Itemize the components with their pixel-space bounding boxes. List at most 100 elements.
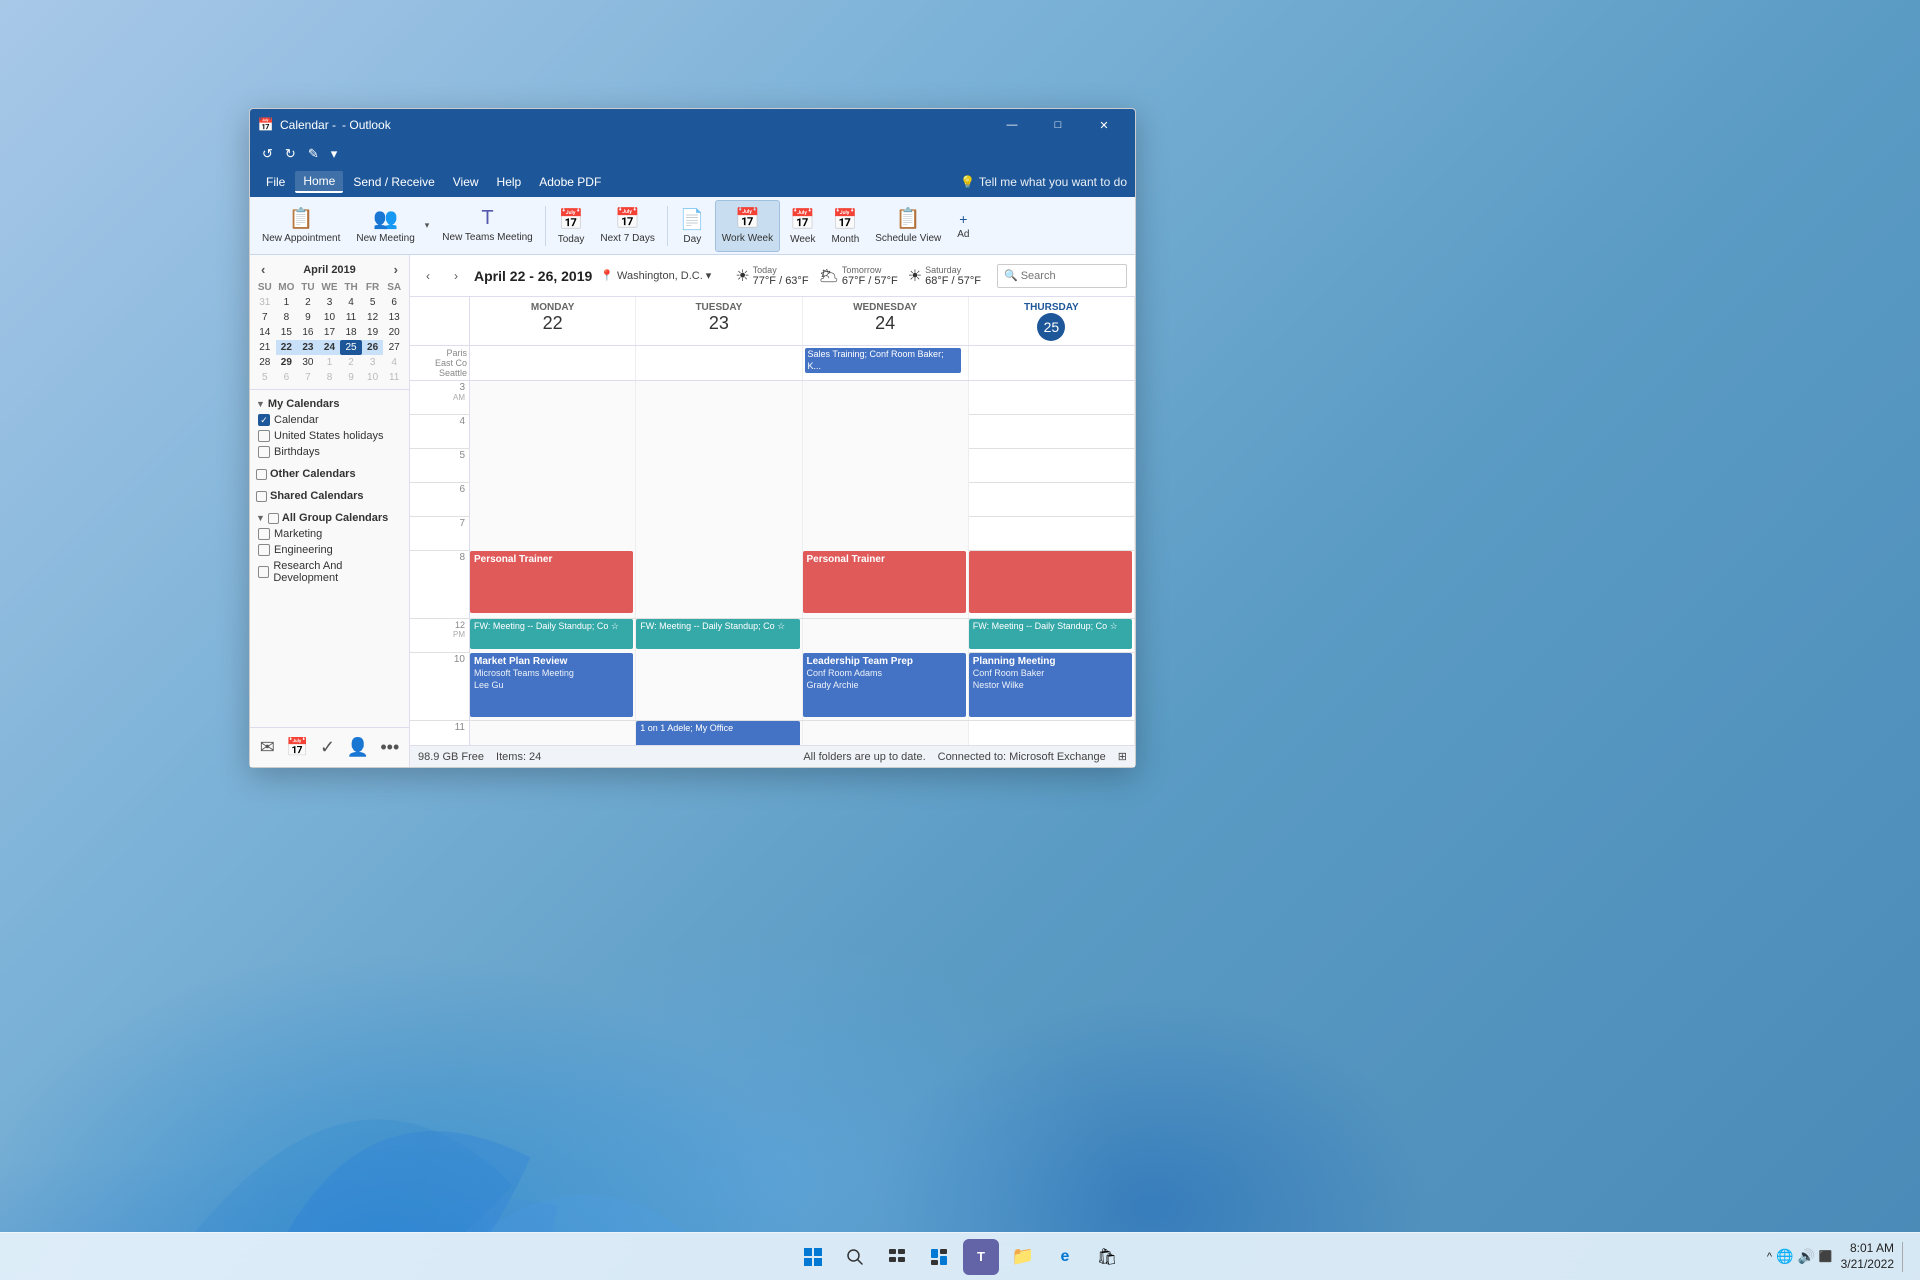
mini-cal-date[interactable]: 1 bbox=[276, 295, 298, 310]
mini-cal-date[interactable]: 28 bbox=[254, 355, 276, 370]
day-cell-thu-7am[interactable] bbox=[969, 517, 1135, 551]
calendar-checkbox-us-holidays[interactable] bbox=[258, 430, 270, 442]
store-icon[interactable]: 🛍 bbox=[1089, 1239, 1125, 1275]
mini-cal-date[interactable]: 11 bbox=[340, 310, 362, 325]
calendar-item-birthdays[interactable]: Birthdays bbox=[254, 444, 405, 460]
schedule-view-button[interactable]: 📋 Schedule View bbox=[869, 200, 947, 252]
more-nav-icon[interactable]: ••• bbox=[377, 734, 402, 761]
status-view-icon[interactable]: ⊞ bbox=[1118, 750, 1127, 763]
other-calendars-header[interactable]: Other Calendars bbox=[254, 466, 405, 482]
mini-cal-date[interactable]: 30 bbox=[297, 355, 319, 370]
quick-dropdown-icon[interactable]: ▾ bbox=[327, 144, 342, 164]
battery-icon[interactable]: ⬛ bbox=[1819, 1250, 1833, 1263]
mini-cal-date[interactable]: 21 bbox=[254, 340, 276, 355]
mini-cal-date[interactable]: 23 bbox=[297, 340, 319, 355]
close-button[interactable]: ✕ bbox=[1081, 109, 1127, 141]
day-cell-wed-10am[interactable]: Leadership Team Prep Conf Room Adams Gra… bbox=[803, 653, 969, 720]
event-1on1-adele[interactable]: 1 on 1 Adele; My Office bbox=[636, 721, 799, 745]
quick-edit-icon[interactable]: ✎ bbox=[304, 144, 323, 164]
mini-cal-date[interactable]: 14 bbox=[254, 325, 276, 340]
day-cell-mon-10am[interactable]: Market Plan Review Microsoft Teams Meeti… bbox=[470, 653, 636, 720]
chevron-up-icon[interactable]: ^ bbox=[1767, 1251, 1772, 1263]
mini-cal-date[interactable]: 9 bbox=[340, 370, 362, 385]
mail-nav-icon[interactable]: ✉ bbox=[257, 734, 278, 761]
day-cell-thu-11am[interactable] bbox=[969, 721, 1135, 745]
edge-icon[interactable]: e bbox=[1047, 1239, 1083, 1275]
calendar-item-us-holidays[interactable]: United States holidays bbox=[254, 428, 405, 444]
mini-cal-date[interactable]: 4 bbox=[340, 295, 362, 310]
new-appointment-button[interactable]: 📋 New Appointment bbox=[256, 200, 346, 252]
mini-cal-date[interactable]: 12 bbox=[362, 310, 384, 325]
mini-cal-date[interactable]: 10 bbox=[362, 370, 384, 385]
event-personal-trainer-mon[interactable]: Personal Trainer bbox=[470, 551, 633, 613]
day-cell-thu-5am[interactable] bbox=[969, 449, 1135, 483]
mini-cal-date[interactable]: 3 bbox=[319, 295, 341, 310]
tasks-nav-icon[interactable]: ✓ bbox=[317, 734, 338, 761]
mini-cal-date[interactable]: 2 bbox=[340, 355, 362, 370]
file-explorer-icon[interactable]: 📁 bbox=[1005, 1239, 1041, 1275]
new-meeting-button[interactable]: 👥 New Meeting bbox=[350, 200, 420, 252]
day-cell-tue-6am[interactable] bbox=[636, 483, 802, 517]
mini-cal-date[interactable]: 7 bbox=[297, 370, 319, 385]
mini-cal-date[interactable]: 16 bbox=[297, 325, 319, 340]
shared-calendars-header[interactable]: Shared Calendars bbox=[254, 488, 405, 504]
day-cell-tue-9am[interactable]: FW: Meeting -- Daily Standup; Co ☆ bbox=[636, 619, 802, 653]
mini-cal-date[interactable]: 5 bbox=[362, 295, 384, 310]
maximize-button[interactable]: □ bbox=[1035, 109, 1081, 141]
mini-cal-date[interactable]: 5 bbox=[254, 370, 276, 385]
mini-cal-date[interactable]: 3 bbox=[362, 355, 384, 370]
speaker-icon[interactable]: 🔊 bbox=[1797, 1248, 1814, 1265]
week-button[interactable]: 📅 Week bbox=[784, 200, 821, 252]
calendar-checkbox-marketing[interactable] bbox=[258, 528, 270, 540]
day-cell-mon-4am[interactable] bbox=[470, 415, 636, 449]
widgets-button[interactable] bbox=[921, 1239, 957, 1275]
mini-cal-date[interactable]: 17 bbox=[319, 325, 341, 340]
undo-icon[interactable]: ↺ bbox=[258, 144, 277, 164]
day-cell-mon-3am[interactable] bbox=[470, 381, 636, 415]
menu-adobe[interactable]: Adobe PDF bbox=[531, 172, 609, 192]
all-group-calendars-header[interactable]: ▼ All Group Calendars bbox=[254, 510, 405, 526]
calendar-item-engineering[interactable]: Engineering bbox=[254, 542, 405, 558]
mini-cal-date[interactable]: 1 bbox=[319, 355, 341, 370]
day-cell-tue-7am[interactable] bbox=[636, 517, 802, 551]
calendar-nav-icon[interactable]: 📅 bbox=[283, 734, 311, 761]
mini-cal-date[interactable]: 29 bbox=[276, 355, 298, 370]
day-cell-wed-6am[interactable] bbox=[803, 483, 969, 517]
mini-cal-date[interactable]: 7 bbox=[254, 310, 276, 325]
day-cell-thu-4am[interactable] bbox=[969, 415, 1135, 449]
cal-next-btn[interactable]: › bbox=[446, 266, 466, 286]
event-planning-meeting[interactable]: Planning Meeting Conf Room Baker Nestor … bbox=[969, 653, 1132, 717]
month-button[interactable]: 📅 Month bbox=[825, 200, 865, 252]
day-cell-tue-11am[interactable]: 1 on 1 Adele; My Office bbox=[636, 721, 802, 745]
event-market-plan[interactable]: Market Plan Review Microsoft Teams Meeti… bbox=[470, 653, 633, 717]
show-desktop-icon[interactable] bbox=[1902, 1242, 1908, 1272]
day-cell-mon-5am[interactable] bbox=[470, 449, 636, 483]
search-taskbar-button[interactable] bbox=[837, 1239, 873, 1275]
shared-calendars-checkbox[interactable] bbox=[256, 491, 267, 502]
mini-cal-date[interactable]: 26 bbox=[362, 340, 384, 355]
work-week-button[interactable]: 📅 Work Week bbox=[715, 200, 780, 252]
location-dropdown-icon[interactable]: ▾ bbox=[706, 269, 712, 282]
day-cell-wed-7am[interactable] bbox=[803, 517, 969, 551]
new-meeting-dropdown-arrow[interactable]: ▾ bbox=[422, 200, 433, 252]
mini-cal-date[interactable]: 11 bbox=[383, 370, 405, 385]
mini-cal-date[interactable]: 22 bbox=[276, 340, 298, 355]
day-cell-wed-8am[interactable]: Personal Trainer bbox=[803, 551, 969, 618]
task-view-button[interactable] bbox=[879, 1239, 915, 1275]
day-cell-thu-3am[interactable] bbox=[969, 381, 1135, 415]
day-cell-tue-3am[interactable] bbox=[636, 381, 802, 415]
day-cell-thu-10am[interactable]: Planning Meeting Conf Room Baker Nestor … bbox=[969, 653, 1135, 720]
day-cell-tue-4am[interactable] bbox=[636, 415, 802, 449]
day-cell-wed-5am[interactable] bbox=[803, 449, 969, 483]
event-personal-trainer-thu[interactable] bbox=[969, 551, 1132, 613]
day-cell-thu-9am[interactable]: FW: Meeting -- Daily Standup; Co ☆ bbox=[969, 619, 1135, 653]
menu-view[interactable]: View bbox=[445, 172, 487, 192]
today-button[interactable]: 📅 Today bbox=[552, 200, 591, 252]
day-cell-tue-8am[interactable] bbox=[636, 551, 802, 618]
other-calendars-checkbox[interactable] bbox=[256, 469, 267, 480]
day-cell-thu-8am[interactable] bbox=[969, 551, 1135, 618]
cal-prev-btn[interactable]: ‹ bbox=[418, 266, 438, 286]
mini-cal-date[interactable]: 8 bbox=[276, 310, 298, 325]
mini-cal-date[interactable]: 20 bbox=[383, 325, 405, 340]
mini-cal-date[interactable]: 18 bbox=[340, 325, 362, 340]
